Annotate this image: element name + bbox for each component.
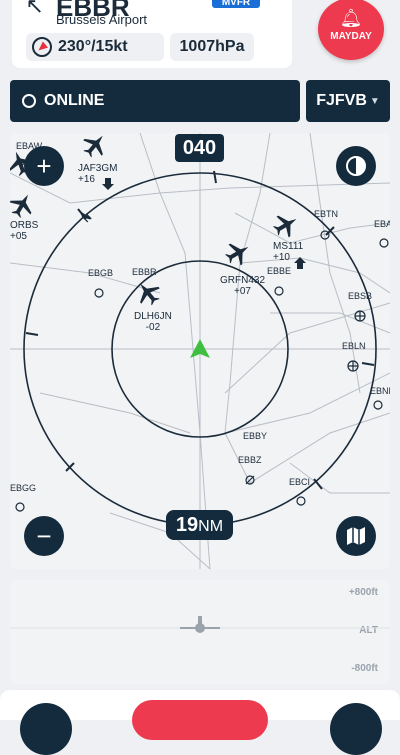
- traffic-callsign: JAF3GM: [78, 163, 118, 174]
- range-indicator: 19NM: [166, 510, 233, 540]
- traffic-label[interactable]: GRFN432 +07: [220, 275, 265, 297]
- waypoint-label: EBGG: [10, 483, 37, 493]
- traffic-callsign: DLH6JN: [134, 311, 172, 322]
- online-label: ONLINE: [44, 92, 105, 109]
- bottom-center-button[interactable]: [132, 700, 268, 740]
- range-unit: NM: [198, 518, 224, 535]
- map-icon: [347, 527, 365, 545]
- altitude-panel: +800ft ALT -800ft: [10, 580, 390, 684]
- status-ring-icon: [22, 94, 36, 108]
- zoom-out-button[interactable]: −: [24, 516, 64, 556]
- waypoint-label: EBLN: [342, 341, 366, 351]
- waypoint-label: EBSB: [348, 291, 373, 301]
- pressure-value: 1007hPa: [179, 38, 245, 55]
- online-status-button[interactable]: ONLINE: [10, 80, 300, 122]
- plus-icon: +: [36, 150, 52, 181]
- range-value: 19: [175, 514, 199, 536]
- metar-badge: MVFR: [212, 0, 260, 8]
- theme-toggle-button[interactable]: [336, 146, 376, 186]
- traffic-callsign: GRFN432: [220, 275, 266, 286]
- traffic-alt: +10: [273, 252, 290, 263]
- waypoint-label: EBGB: [88, 268, 114, 278]
- waypoint-label: EBA: [374, 219, 390, 229]
- traffic-alt: +05: [10, 231, 27, 242]
- waypoint-label: EBBY: [243, 431, 268, 441]
- waypoint-label: EBBZ: [238, 455, 262, 465]
- chevron-down-icon: ▼: [369, 95, 380, 107]
- traffic-callsign: ORBS: [10, 220, 39, 231]
- traffic-callsign: MS111: [273, 241, 304, 252]
- waypoint-label: EBBE: [267, 266, 292, 276]
- waypoint-label: EBCI: [289, 477, 311, 487]
- mayday-button[interactable]: 🔔︎ MAYDAY: [318, 0, 384, 60]
- wind-direction-icon: [32, 37, 52, 57]
- radar-map[interactable]: EBAW EBTN EBA EBGB EBBR EBBE EBSB EBLN E…: [10, 133, 390, 569]
- waypoint-label: EBBR: [132, 267, 157, 277]
- traffic-alt: -02: [145, 322, 161, 333]
- traffic-label[interactable]: JAF3GM +16: [78, 163, 117, 185]
- traffic-alt: +07: [234, 286, 251, 297]
- callsign-value: FJFVB: [316, 92, 367, 109]
- contrast-icon: [346, 156, 366, 176]
- waypoint-label: EBTN: [314, 209, 339, 219]
- waypoint-label: EBNM: [370, 386, 390, 396]
- wind-value: 230°/15kt: [58, 38, 128, 55]
- wind-chip: 230°/15kt: [26, 33, 164, 61]
- traffic-label[interactable]: MS111 +10: [273, 241, 303, 263]
- traffic-alt: +16: [78, 174, 95, 185]
- heading-indicator: 040: [175, 134, 224, 162]
- bell-icon: 🔔︎: [339, 8, 363, 28]
- mayday-label: MAYDAY: [330, 31, 372, 42]
- traffic-label[interactable]: ORBS +05: [10, 220, 38, 242]
- airport-name: Brussels Airport: [56, 12, 148, 27]
- altitude-svg: [10, 616, 390, 633]
- pressure-chip: 1007hPa: [170, 33, 254, 61]
- traffic-label[interactable]: DLH6JN -02: [134, 311, 172, 333]
- radar-svg: [10, 133, 390, 569]
- callsign-dropdown[interactable]: FJFVB ▼: [306, 80, 390, 122]
- minus-icon: −: [36, 520, 52, 551]
- runway-direction-icon: ↗: [22, 0, 48, 16]
- map-layers-button[interactable]: [336, 516, 376, 556]
- zoom-in-button[interactable]: +: [24, 146, 64, 186]
